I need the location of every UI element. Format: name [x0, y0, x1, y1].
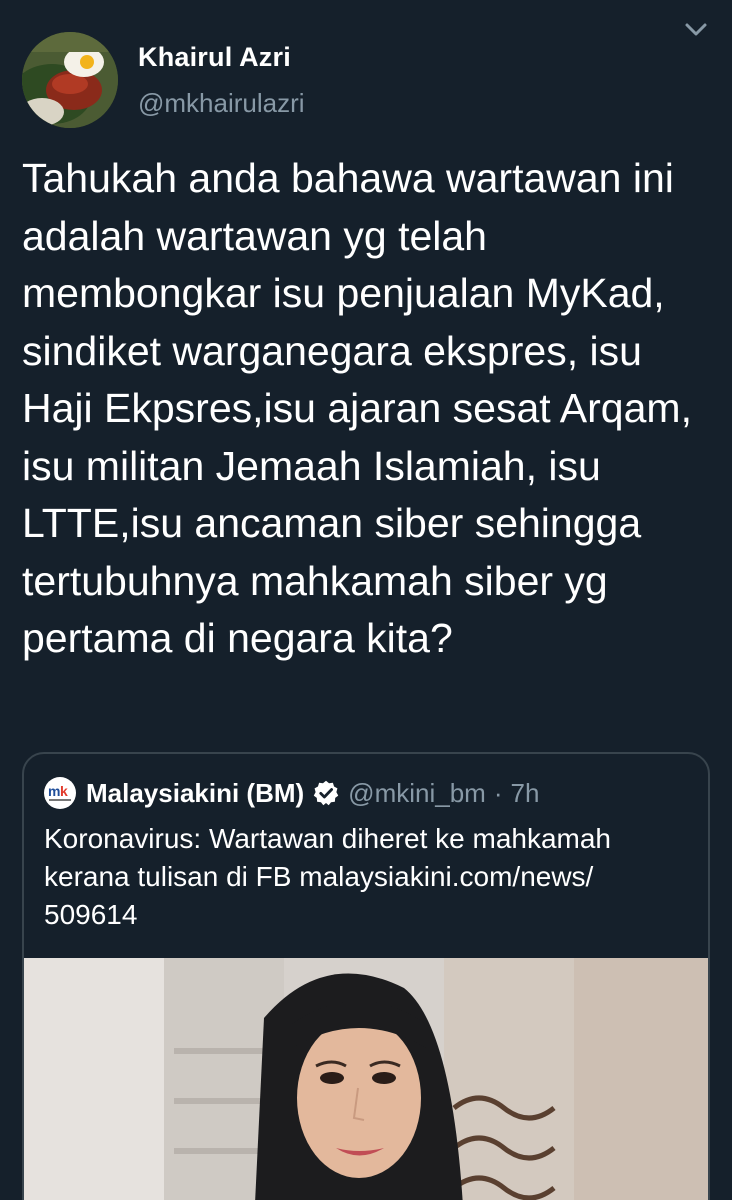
tweet-text: Tahukah anda bahawa wartawan ini adalah …: [22, 155, 692, 661]
quoted-author-handle[interactable]: @mkini_bm: [348, 778, 486, 809]
photo-image: [24, 958, 708, 1200]
chevron-down-icon[interactable]: [684, 18, 708, 42]
tweet-screen: Khairul Azri @mkhairulazri Tahukah anda …: [0, 0, 732, 1200]
author-display-name[interactable]: Khairul Azri: [138, 42, 291, 73]
malaysiakini-logo-icon: m k: [44, 777, 76, 809]
separator-dot: ·: [493, 777, 503, 808]
quoted-author-name[interactable]: Malaysiakini (BM): [86, 778, 304, 809]
avatar-image: [22, 32, 118, 128]
svg-text:k: k: [60, 783, 68, 799]
svg-text:m: m: [48, 783, 60, 799]
author-avatar[interactable]: [22, 32, 118, 128]
verified-badge-icon: [313, 780, 339, 806]
author-handle[interactable]: @mkhairulazri: [138, 88, 305, 119]
quoted-tweet-time[interactable]: 7h: [511, 778, 540, 809]
quoted-tweet-header: m k Malaysiakini (BM) @mkini_bm · 7h: [44, 776, 539, 810]
quoted-tweet-card[interactable]: m k Malaysiakini (BM) @mkini_bm · 7h Kor…: [22, 752, 710, 1200]
quoted-tweet-text: Koronavirus: Wartawan diheret ke mahkama…: [44, 823, 611, 930]
quoted-tweet-photo[interactable]: [24, 958, 708, 1200]
